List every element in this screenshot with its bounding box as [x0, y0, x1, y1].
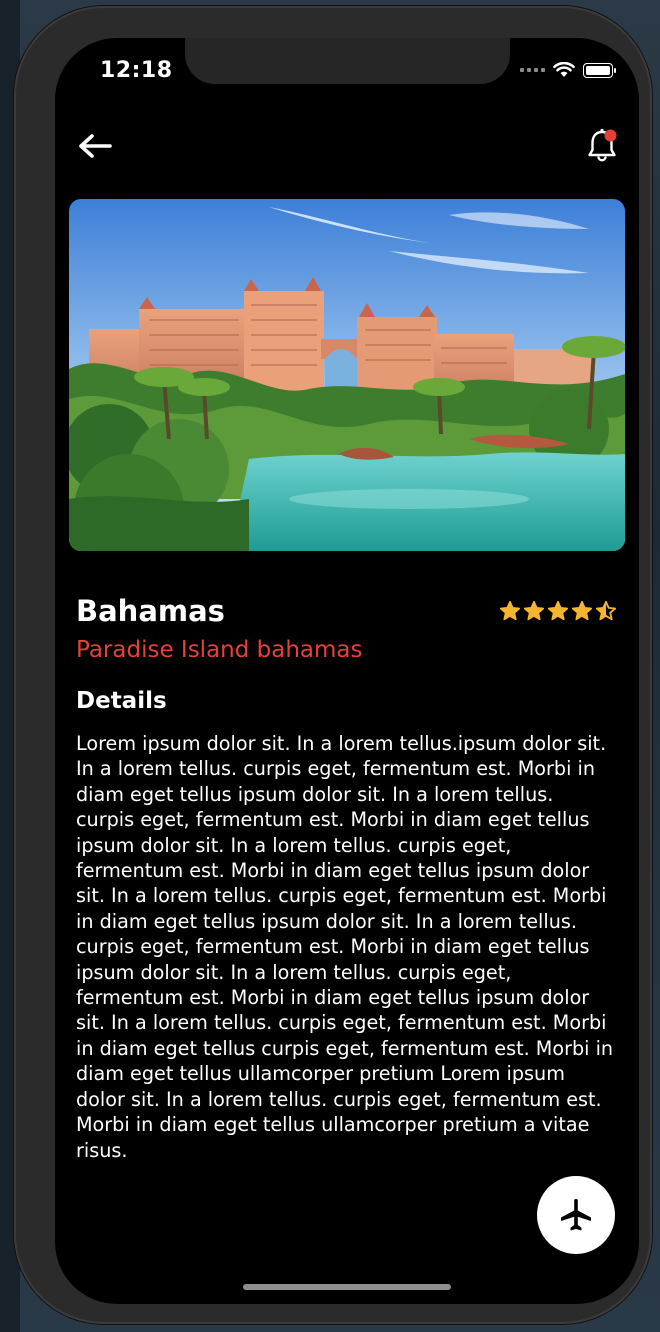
details-heading: Details: [76, 688, 167, 714]
arrow-left-icon: [79, 134, 112, 158]
book-flight-button[interactable]: [537, 1176, 615, 1254]
bell-icon: [588, 128, 617, 162]
star-full-icon: [571, 600, 593, 621]
wifi-icon: [553, 62, 575, 77]
status-time: 12:18: [100, 58, 173, 83]
phone-screen: 12:18 Bahamas Paradise Island bahamas De…: [55, 38, 639, 1304]
home-indicator[interactable]: [243, 1284, 451, 1290]
notifications-button[interactable]: [583, 126, 623, 166]
notification-dot: [604, 129, 617, 142]
star-half-icon: [595, 600, 617, 621]
cellular-signal-icon: [520, 68, 545, 72]
star-full-icon: [499, 600, 521, 621]
place-title: Bahamas: [76, 594, 225, 628]
star-rating: [499, 600, 617, 622]
phone-frame: 12:18 Bahamas Paradise Island bahamas De…: [14, 6, 652, 1324]
star-full-icon: [523, 600, 545, 621]
airplane-icon: [561, 1198, 591, 1231]
place-subtitle: Paradise Island bahamas: [76, 637, 363, 663]
hero-image: [69, 199, 625, 551]
device-notch: [185, 38, 510, 84]
status-icons: [520, 62, 616, 78]
star-full-icon: [547, 600, 569, 621]
battery-icon: [583, 62, 616, 78]
details-body: Lorem ipsum dolor sit. In a lorem tellus…: [76, 732, 614, 1162]
back-button[interactable]: [77, 130, 117, 162]
